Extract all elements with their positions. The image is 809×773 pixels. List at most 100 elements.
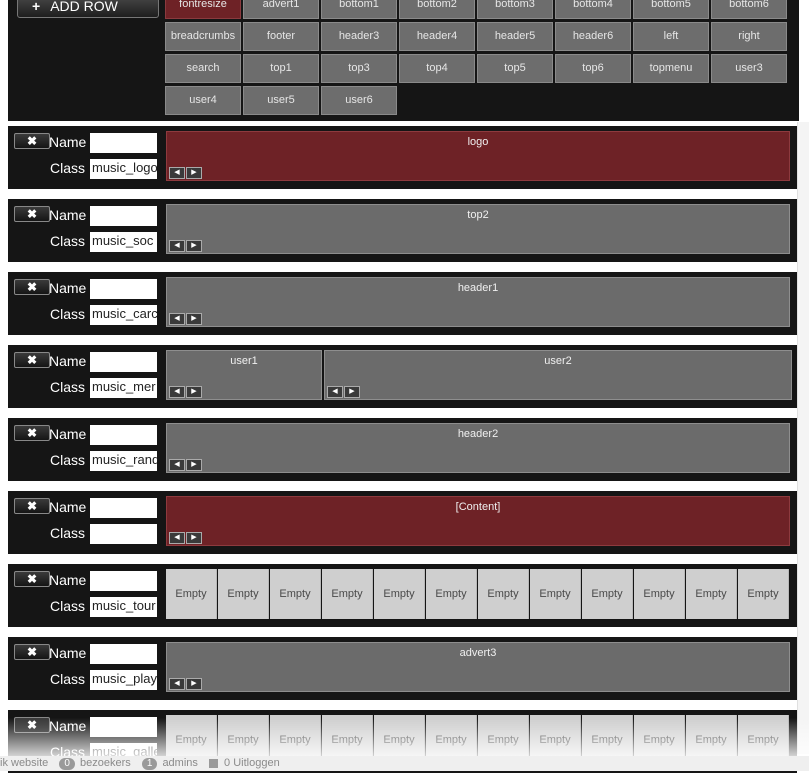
delete-row-button[interactable]: ✖ (14, 644, 50, 660)
empty-slot[interactable]: Empty (166, 569, 217, 619)
scroll-track[interactable] (797, 122, 809, 754)
position-button-header5[interactable]: header5 (477, 22, 553, 51)
name-label: Name (49, 426, 87, 442)
row-name-input[interactable] (90, 644, 157, 664)
grow-right-icon[interactable]: ▶ (344, 386, 360, 398)
empty-slot[interactable]: Empty (218, 569, 269, 619)
module-block[interactable]: logo ◀ ▶ (166, 131, 790, 181)
position-button-header6[interactable]: header6 (555, 22, 631, 51)
grow-right-icon[interactable]: ▶ (186, 459, 202, 471)
delete-row-button[interactable]: ✖ (14, 279, 50, 295)
delete-row-button[interactable]: ✖ (14, 206, 50, 222)
shrink-left-icon[interactable]: ◀ (169, 386, 185, 398)
row-name-input[interactable] (90, 279, 157, 299)
row-class-input[interactable]: music_mer (90, 378, 157, 398)
module-title: header1 (457, 282, 499, 294)
empty-slot[interactable]: Empty (322, 569, 373, 619)
visitors-count-badge: 0 (59, 758, 75, 770)
position-button-fontresize[interactable]: fontresize (165, 0, 241, 19)
position-button-top5[interactable]: top5 (477, 54, 553, 83)
row-class-input[interactable]: music_play (90, 670, 157, 690)
shrink-left-icon[interactable]: ◀ (169, 167, 185, 179)
delete-row-button[interactable]: ✖ (14, 352, 50, 368)
row-class-input[interactable]: music_soc (90, 232, 157, 252)
module-block[interactable]: user2 ◀ ▶ (324, 350, 792, 400)
resize-arrows: ◀ ▶ (169, 532, 205, 544)
position-button-footer[interactable]: footer (243, 22, 319, 51)
position-button-user5[interactable]: user5 (243, 86, 319, 115)
position-button-bottom6[interactable]: bottom6 (711, 0, 787, 19)
row-name-input[interactable] (90, 425, 157, 445)
empty-slot[interactable]: Empty (374, 569, 425, 619)
position-button-bottom2[interactable]: bottom2 (399, 0, 475, 19)
row-class-input[interactable]: music_logo (90, 159, 157, 179)
add-row-button[interactable]: + ADD ROW (17, 0, 159, 18)
delete-row-button[interactable]: ✖ (14, 571, 50, 587)
grow-right-icon[interactable]: ▶ (186, 167, 202, 179)
position-button-topmenu[interactable]: topmenu (633, 54, 709, 83)
position-button-header3[interactable]: header3 (321, 22, 397, 51)
close-icon: ✖ (26, 207, 38, 221)
empty-slot[interactable]: Empty (686, 569, 737, 619)
shrink-left-icon[interactable]: ◀ (169, 459, 185, 471)
row-name-input[interactable] (90, 206, 157, 226)
module-block[interactable]: advert3 ◀ ▶ (166, 642, 790, 692)
empty-slot[interactable]: Empty (530, 569, 581, 619)
shrink-left-icon[interactable]: ◀ (327, 386, 343, 398)
position-button-right[interactable]: right (711, 22, 787, 51)
empty-slot[interactable]: Empty (270, 569, 321, 619)
row-class-input[interactable]: music_rand (90, 451, 157, 471)
delete-row-button[interactable]: ✖ (14, 717, 50, 733)
position-button-top4[interactable]: top4 (399, 54, 475, 83)
row-class-input[interactable]: music_carc (90, 305, 157, 325)
position-button-left[interactable]: left (633, 22, 709, 51)
module-block[interactable]: top2 ◀ ▶ (166, 204, 790, 254)
row-name-input[interactable] (90, 498, 157, 518)
delete-row-button[interactable]: ✖ (14, 133, 50, 149)
position-button-top6[interactable]: top6 (555, 54, 631, 83)
module-block[interactable]: [Content] ◀ ▶ (166, 496, 790, 546)
empty-slot[interactable]: Empty (738, 569, 789, 619)
module-block[interactable]: header2 ◀ ▶ (166, 423, 790, 473)
grow-right-icon[interactable]: ▶ (186, 313, 202, 325)
position-button-bottom1[interactable]: bottom1 (321, 0, 397, 19)
position-button-advert1[interactable]: advert1 (243, 0, 319, 19)
position-button-breadcrumbs[interactable]: breadcrumbs (165, 22, 241, 51)
row-name-input[interactable] (90, 133, 157, 153)
shrink-left-icon[interactable]: ◀ (169, 313, 185, 325)
module-block[interactable]: user1 ◀ ▶ (166, 350, 322, 400)
position-button-top3[interactable]: top3 (321, 54, 397, 83)
logout-link[interactable]: 0 Uitloggen (224, 757, 280, 769)
empty-slot[interactable]: Empty (426, 569, 477, 619)
close-icon: ✖ (26, 280, 38, 294)
close-icon: ✖ (26, 426, 38, 440)
position-button-bottom5[interactable]: bottom5 (633, 0, 709, 19)
grow-right-icon[interactable]: ▶ (186, 386, 202, 398)
row-class-input[interactable] (90, 524, 157, 544)
position-button-user6[interactable]: user6 (321, 86, 397, 115)
row-name-input[interactable] (90, 352, 157, 372)
shrink-left-icon[interactable]: ◀ (169, 678, 185, 690)
grow-right-icon[interactable]: ▶ (186, 678, 202, 690)
empty-slot[interactable]: Empty (634, 569, 685, 619)
empty-slot[interactable]: Empty (582, 569, 633, 619)
delete-row-button[interactable]: ✖ (14, 425, 50, 441)
row-name-input[interactable] (90, 717, 157, 737)
position-button-search[interactable]: search (165, 54, 241, 83)
grow-right-icon[interactable]: ▶ (186, 532, 202, 544)
position-button-bottom3[interactable]: bottom3 (477, 0, 553, 19)
shrink-left-icon[interactable]: ◀ (169, 240, 185, 252)
row-class-input[interactable]: music_tour (90, 597, 157, 617)
position-button-top1[interactable]: top1 (243, 54, 319, 83)
shrink-left-icon[interactable]: ◀ (169, 532, 185, 544)
position-button-user4[interactable]: user4 (165, 86, 241, 115)
row-name-input[interactable] (90, 571, 157, 591)
grow-right-icon[interactable]: ▶ (186, 240, 202, 252)
position-button-bottom4[interactable]: bottom4 (555, 0, 631, 19)
empty-slot[interactable]: Empty (478, 569, 529, 619)
module-block[interactable]: header1 ◀ ▶ (166, 277, 790, 327)
close-icon: ✖ (26, 645, 38, 659)
position-button-header4[interactable]: header4 (399, 22, 475, 51)
position-button-user3[interactable]: user3 (711, 54, 787, 83)
delete-row-button[interactable]: ✖ (14, 498, 50, 514)
